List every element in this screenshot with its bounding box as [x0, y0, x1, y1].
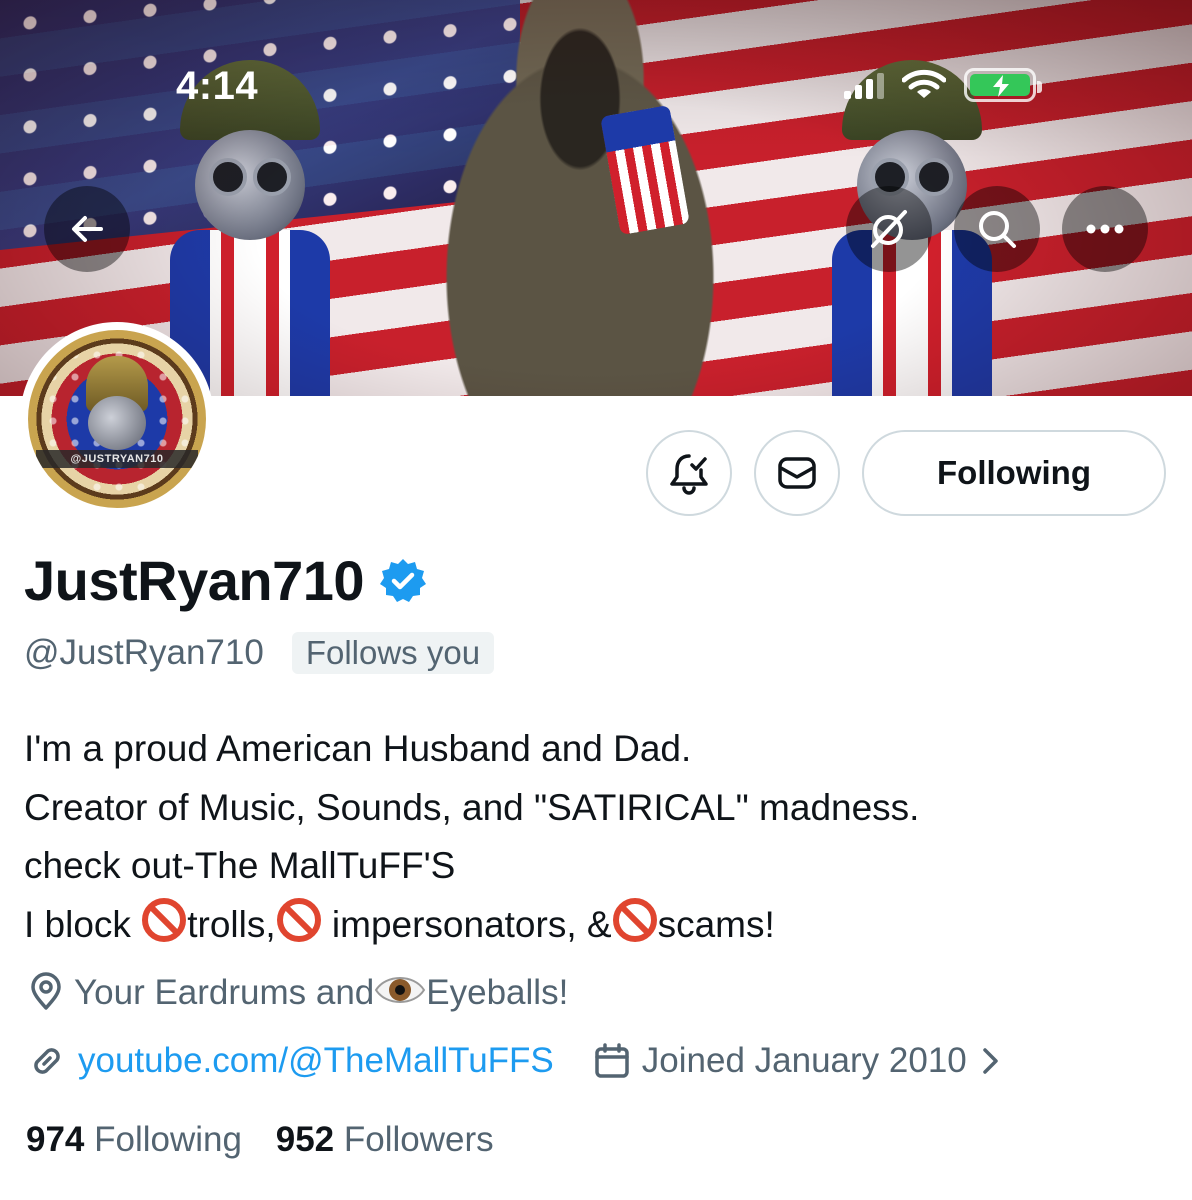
profile-links-row: youtube.com/@TheMallTuFFS Joined January…: [26, 1040, 1003, 1082]
message-button[interactable]: [754, 430, 840, 516]
wifi-icon: [902, 69, 946, 98]
bio-line: check out-The MallTuFF'S: [24, 845, 456, 886]
followers-count: 952: [275, 1120, 335, 1159]
grok-icon: [871, 210, 907, 248]
avatar-handle-text: @JUSTRYAN710: [36, 450, 198, 468]
following-count: 974: [26, 1120, 85, 1159]
bell-check-icon: [670, 454, 708, 495]
eye-emoji-icon: [375, 977, 426, 1003]
envelope-icon: [778, 457, 816, 489]
website-link[interactable]: youtube.com/@TheMallTuFFS: [78, 1041, 554, 1081]
calendar-icon: [595, 1043, 629, 1078]
handle-row: @JustRyan710 Follows you: [24, 632, 495, 674]
grok-button[interactable]: [846, 186, 932, 272]
followers-label: Followers: [343, 1120, 494, 1159]
follows-you-badge: Follows you: [291, 632, 495, 674]
back-button[interactable]: [44, 186, 130, 272]
bio-text: scams!: [657, 903, 775, 945]
no-entry-emoji-icon: [276, 897, 321, 942]
profile-location: Your Eardrums and Eyeballs!: [26, 970, 568, 1013]
verified-badge-icon[interactable]: [378, 556, 428, 606]
bio-text: trolls,: [187, 903, 276, 945]
notifications-button[interactable]: [646, 430, 732, 516]
follow-stats: 974 Following 952 Followers: [26, 1120, 518, 1160]
following-count-link[interactable]: 974 Following: [26, 1120, 242, 1160]
search-icon: [979, 211, 1016, 248]
arrow-left-icon: [72, 216, 103, 242]
followers-count-link[interactable]: 952 Followers: [276, 1120, 494, 1160]
bio-line: I block trolls, impersonators, & scams!: [24, 896, 1164, 955]
bio-line: I'm a proud American Husband and Dad.: [24, 728, 692, 769]
profile-bio: I'm a proud American Husband and Dad. Cr…: [24, 720, 1164, 954]
link-icon: [34, 1048, 60, 1074]
bio-line: Creator of Music, Sounds, and "SATIRICAL…: [24, 786, 920, 828]
profile-name-row: JustRyan710: [24, 548, 428, 613]
more-button[interactable]: [1062, 186, 1148, 272]
more-horizontal-icon: [1086, 224, 1124, 234]
profile-handle: @JustRyan710: [24, 633, 264, 672]
profile-avatar[interactable]: @JUSTRYAN710: [20, 322, 214, 516]
status-bar-icons: [844, 68, 1042, 102]
following-label: Following: [94, 1120, 242, 1159]
chevron-right-icon: [983, 1048, 998, 1074]
location-pin-icon: [31, 971, 61, 1010]
joined-text: Joined January 2010: [641, 1041, 967, 1080]
search-button[interactable]: [954, 186, 1040, 272]
bio-text: I block: [24, 903, 142, 945]
status-bar-time: 4:14: [176, 64, 259, 108]
battery-charging-icon: [964, 68, 1042, 102]
no-entry-emoji-icon: [612, 897, 657, 942]
display-name: JustRyan710: [24, 549, 365, 612]
location-text: Your Eardrums and Eyeballs!: [74, 970, 568, 1013]
bio-text: impersonators, &: [321, 903, 612, 945]
no-entry-emoji-icon: [142, 897, 187, 942]
cellular-signal-icon: [844, 71, 884, 99]
avatar-image: @JUSTRYAN710: [28, 330, 206, 508]
following-button[interactable]: Following: [862, 430, 1166, 516]
joined-date[interactable]: Joined January 2010: [592, 1041, 1003, 1081]
